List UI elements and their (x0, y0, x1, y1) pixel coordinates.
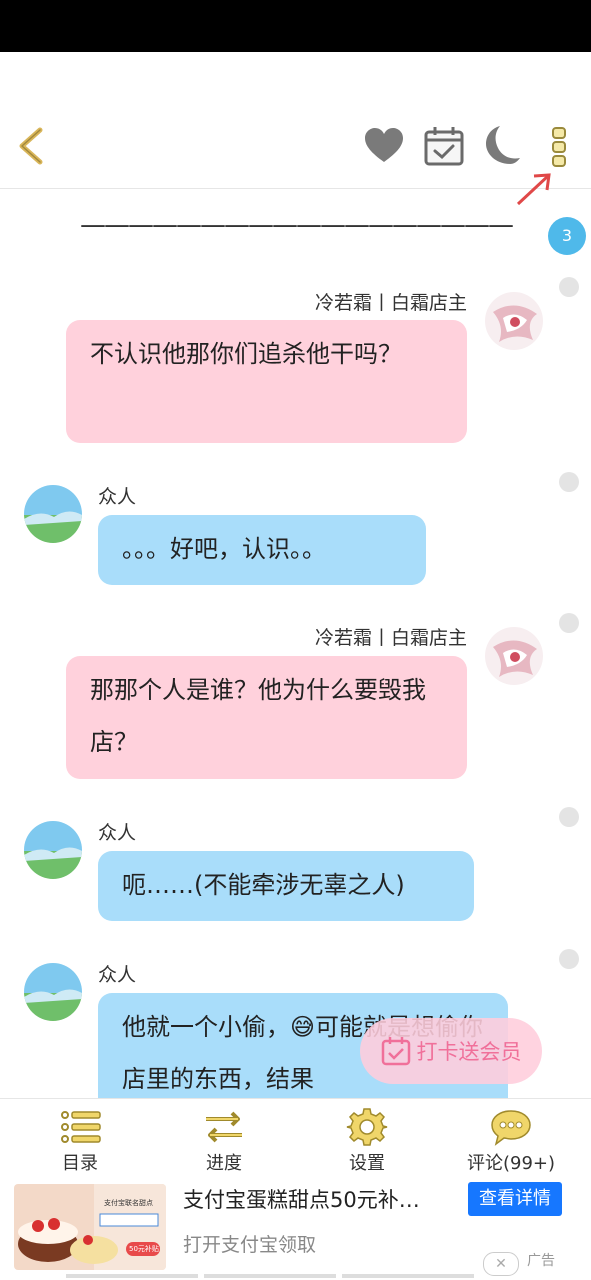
comment-icon (491, 1110, 531, 1146)
nav-label: 进度 (206, 1153, 242, 1174)
speaker-name: 众人 (98, 486, 137, 508)
message-dot[interactable] (559, 472, 579, 492)
promo-label: 打卡送会员 (416, 1040, 522, 1064)
gear-icon (346, 1108, 388, 1146)
message-dot[interactable] (559, 277, 579, 297)
chapter-comment-badge[interactable]: 3 (548, 217, 586, 255)
nav-label: 评论(99+) (466, 1153, 556, 1174)
avatar[interactable] (485, 627, 543, 685)
scroll-indicator (342, 1274, 474, 1278)
ad-image[interactable]: 支付宝联名甜点 50元补贴 (14, 1184, 166, 1270)
speaker-name: 众人 (98, 822, 137, 844)
message-dot[interactable] (559, 613, 579, 633)
back-chevron-icon[interactable] (12, 124, 52, 168)
scroll-indicator (204, 1274, 336, 1278)
ad-subtitle: 打开支付宝领取 (183, 1234, 317, 1256)
ad-image-tag: 50元补贴 (129, 1245, 159, 1253)
message-dot[interactable] (559, 949, 579, 969)
list-icon (61, 1111, 101, 1143)
avatar[interactable] (24, 821, 82, 879)
swap-arrows-icon (206, 1111, 242, 1143)
avatar[interactable] (24, 963, 82, 1021)
message-bubble[interactable]: 呃……(不能牵涉无辜之人) (98, 851, 474, 921)
nav-label: 设置 (349, 1153, 385, 1174)
annotation-arrow-icon (516, 173, 551, 206)
ad-banner[interactable]: 支付宝联名甜点 50元补贴 支付宝蛋糕甜点50元补… 打开支付宝领取 查看详情 … (0, 1180, 591, 1280)
checkin-promo-button[interactable]: 打卡送会员 (360, 1018, 542, 1084)
bottom-nav: 目录 进度 设置 评论(99+) (0, 1098, 591, 1181)
heart-icon[interactable] (362, 124, 406, 168)
message-bubble[interactable]: 那那个人是谁？他为什么要毁我店？ (66, 656, 467, 779)
scroll-indicator (66, 1274, 198, 1278)
nav-item-settings[interactable]: 设置 (317, 1107, 417, 1175)
speaker-name: 冷若霜丨白霜店主 (314, 292, 467, 314)
nav-item-comments[interactable]: 评论(99+) (461, 1107, 561, 1175)
avatar[interactable] (485, 292, 543, 350)
speaker-name: 冷若霜丨白霜店主 (314, 627, 467, 649)
nav-item-catalog[interactable]: 目录 (30, 1107, 130, 1175)
reader-toolbar (0, 110, 591, 189)
calendar-check-icon (381, 1037, 410, 1066)
calendar-check-icon[interactable] (422, 124, 466, 168)
avatar[interactable] (24, 485, 82, 543)
speaker-name: 众人 (98, 964, 137, 986)
message-bubble[interactable]: 不认识他那你们追杀他干吗？ (66, 320, 467, 443)
more-vertical-icon[interactable] (537, 124, 581, 168)
message-dot[interactable] (559, 807, 579, 827)
status-bar (0, 0, 591, 52)
moon-icon[interactable] (480, 124, 524, 168)
nav-label: 目录 (62, 1153, 98, 1174)
ad-view-details-button[interactable]: 查看详情 (468, 1182, 562, 1216)
ad-close-icon[interactable]: ✕ (483, 1252, 519, 1276)
message-bubble[interactable]: 。。。好吧，认识。。 (98, 515, 426, 585)
chapter-divider: —————————————————— (80, 210, 514, 240)
ad-label: 广告 (527, 1253, 555, 1269)
nav-item-progress[interactable]: 进度 (174, 1107, 274, 1175)
ad-image-caption: 支付宝联名甜点 (104, 1199, 153, 1207)
ad-title[interactable]: 支付宝蛋糕甜点50元补… (183, 1184, 463, 1214)
